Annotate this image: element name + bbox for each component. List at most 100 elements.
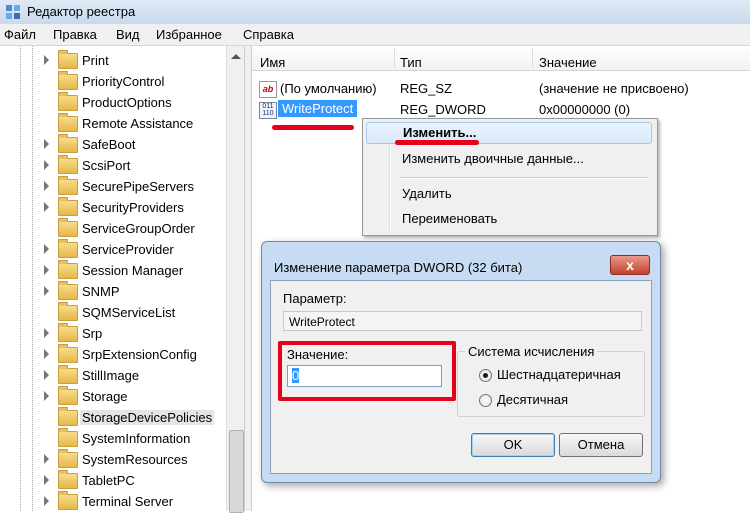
dec-radio[interactable]	[479, 394, 492, 407]
tree-item-label: SystemResources	[82, 452, 188, 467]
tree-item-label: ProductOptions	[82, 95, 172, 110]
expand-arrow-icon[interactable]	[44, 160, 49, 170]
expand-arrow-icon[interactable]	[44, 181, 49, 191]
list-row-writeprotect[interactable]: 011 110 WriteProtect REG_DWORD 0x00000000…	[252, 100, 750, 120]
column-header-value[interactable]: Значение	[539, 55, 597, 70]
highlight-underline	[395, 140, 479, 145]
registry-app-icon	[6, 5, 20, 19]
menu-view[interactable]: Вид	[116, 27, 140, 42]
expand-arrow-icon[interactable]	[44, 370, 49, 380]
folder-icon	[58, 302, 78, 321]
expand-arrow-icon[interactable]	[44, 244, 49, 254]
param-label: Параметр:	[283, 291, 347, 306]
tree-item[interactable]: ServiceProvider	[44, 239, 244, 260]
tree-item[interactable]: Remote Assistance	[44, 113, 244, 134]
tree-item-label: StorageDevicePolicies	[80, 410, 215, 425]
dec-label[interactable]: Десятичная	[497, 392, 568, 407]
tree-item[interactable]: SNMP	[44, 281, 244, 302]
tree-item[interactable]: SafeBoot	[44, 134, 244, 155]
folder-icon	[58, 176, 78, 195]
expand-arrow-icon[interactable]	[44, 55, 49, 65]
folder-icon	[58, 50, 78, 69]
tree-item-label: Srp	[82, 326, 103, 341]
tree-item-label: TabletPC	[82, 473, 135, 488]
list-row-default[interactable]: ab (По умолчанию) REG_SZ (значение не пр…	[252, 79, 750, 99]
tree-guide-line	[32, 46, 34, 511]
tree-item[interactable]: Terminal Server	[44, 491, 244, 511]
base-groupbox	[457, 351, 645, 417]
folder-icon	[58, 323, 78, 342]
pane-splitter[interactable]	[244, 46, 252, 511]
tree-item[interactable]: ProductOptions	[44, 92, 244, 113]
menu-item-modify-binary[interactable]: Изменить двоичные данные...	[366, 148, 652, 170]
tree-item[interactable]: SecurityProviders	[44, 197, 244, 218]
row-name: (По умолчанию)	[280, 81, 377, 96]
string-value-icon: ab	[259, 81, 277, 98]
tree-item-label: Session Manager	[82, 263, 184, 278]
row-value: 0x00000000 (0)	[539, 102, 631, 117]
menu-favorites[interactable]: Избранное	[156, 27, 222, 42]
tree-item[interactable]: SystemResources	[44, 449, 244, 470]
column-header-type[interactable]: Тип	[400, 55, 422, 70]
tree-item[interactable]: SQMServiceList	[44, 302, 244, 323]
tree-item[interactable]: StorageDevicePolicies	[44, 407, 244, 428]
tree-item-label: Print	[82, 53, 109, 68]
base-group-label: Система исчисления	[465, 344, 598, 359]
param-name-field: WriteProtect	[283, 311, 642, 331]
tree-item[interactable]: Srp	[44, 323, 244, 344]
expand-arrow-icon[interactable]	[44, 286, 49, 296]
menu-file[interactable]: Файл	[4, 27, 36, 42]
tree-item[interactable]: Print	[44, 50, 244, 71]
folder-icon	[58, 386, 78, 405]
expand-arrow-icon[interactable]	[44, 265, 49, 275]
expand-arrow-icon[interactable]	[44, 202, 49, 212]
tree-item[interactable]: SystemInformation	[44, 428, 244, 449]
expand-arrow-icon[interactable]	[44, 139, 49, 149]
expand-arrow-icon[interactable]	[44, 475, 49, 485]
hex-radio[interactable]	[479, 369, 492, 382]
menu-item-label: Переименовать	[402, 211, 498, 226]
tree-item-label: SrpExtensionConfig	[82, 347, 197, 362]
close-icon: x	[626, 257, 634, 273]
folder-icon	[58, 155, 78, 174]
folder-icon	[58, 134, 78, 153]
tree-item[interactable]: TabletPC	[44, 470, 244, 491]
cancel-button[interactable]: Отмена	[559, 433, 643, 457]
expand-arrow-icon[interactable]	[44, 454, 49, 464]
menu-item-rename[interactable]: Переименовать	[366, 208, 652, 230]
title-bar: Редактор реестра	[0, 0, 750, 25]
row-name-selected: WriteProtect	[278, 100, 358, 117]
column-separator[interactable]	[532, 48, 533, 68]
tree-item[interactable]: ServiceGroupOrder	[44, 218, 244, 239]
tree-item[interactable]: SecurePipeServers	[44, 176, 244, 197]
menu-help[interactable]: Справка	[243, 27, 294, 42]
expand-arrow-icon[interactable]	[44, 328, 49, 338]
tree-guide-line	[20, 46, 22, 511]
tree-item[interactable]: Session Manager	[44, 260, 244, 281]
menu-edit[interactable]: Правка	[53, 27, 97, 42]
tree-scrollbar[interactable]	[226, 46, 245, 513]
column-header-name[interactable]: Имя	[260, 55, 285, 70]
registry-tree[interactable]: Print PriorityControl ProductOptions Remote…	[0, 46, 244, 511]
menu-item-delete[interactable]: Удалить	[366, 183, 652, 205]
tree-item[interactable]: PriorityControl	[44, 71, 244, 92]
tree-item-label: Storage	[82, 389, 128, 404]
expand-arrow-icon[interactable]	[44, 391, 49, 401]
close-button[interactable]: x	[610, 255, 650, 275]
scrollbar-thumb[interactable]	[229, 430, 244, 513]
expand-arrow-icon[interactable]	[44, 349, 49, 359]
tree-item[interactable]: ScsiPort	[44, 155, 244, 176]
tree-item[interactable]: SrpExtensionConfig	[44, 344, 244, 365]
tree-item[interactable]: Storage	[44, 386, 244, 407]
ok-button[interactable]: OK	[471, 433, 555, 457]
hex-label[interactable]: Шестнадцатеричная	[497, 367, 621, 382]
expand-arrow-icon[interactable]	[44, 496, 49, 506]
dialog-body: Параметр: WriteProtect Значение: 0 Систе…	[270, 280, 652, 474]
scroll-up-icon[interactable]	[231, 54, 241, 59]
tree-item[interactable]: StillImage	[44, 365, 244, 386]
binary-value-icon: 011 110	[259, 102, 277, 119]
highlight-underline	[272, 125, 354, 130]
column-separator[interactable]	[394, 48, 395, 68]
folder-icon	[58, 344, 78, 363]
folder-icon	[58, 260, 78, 279]
